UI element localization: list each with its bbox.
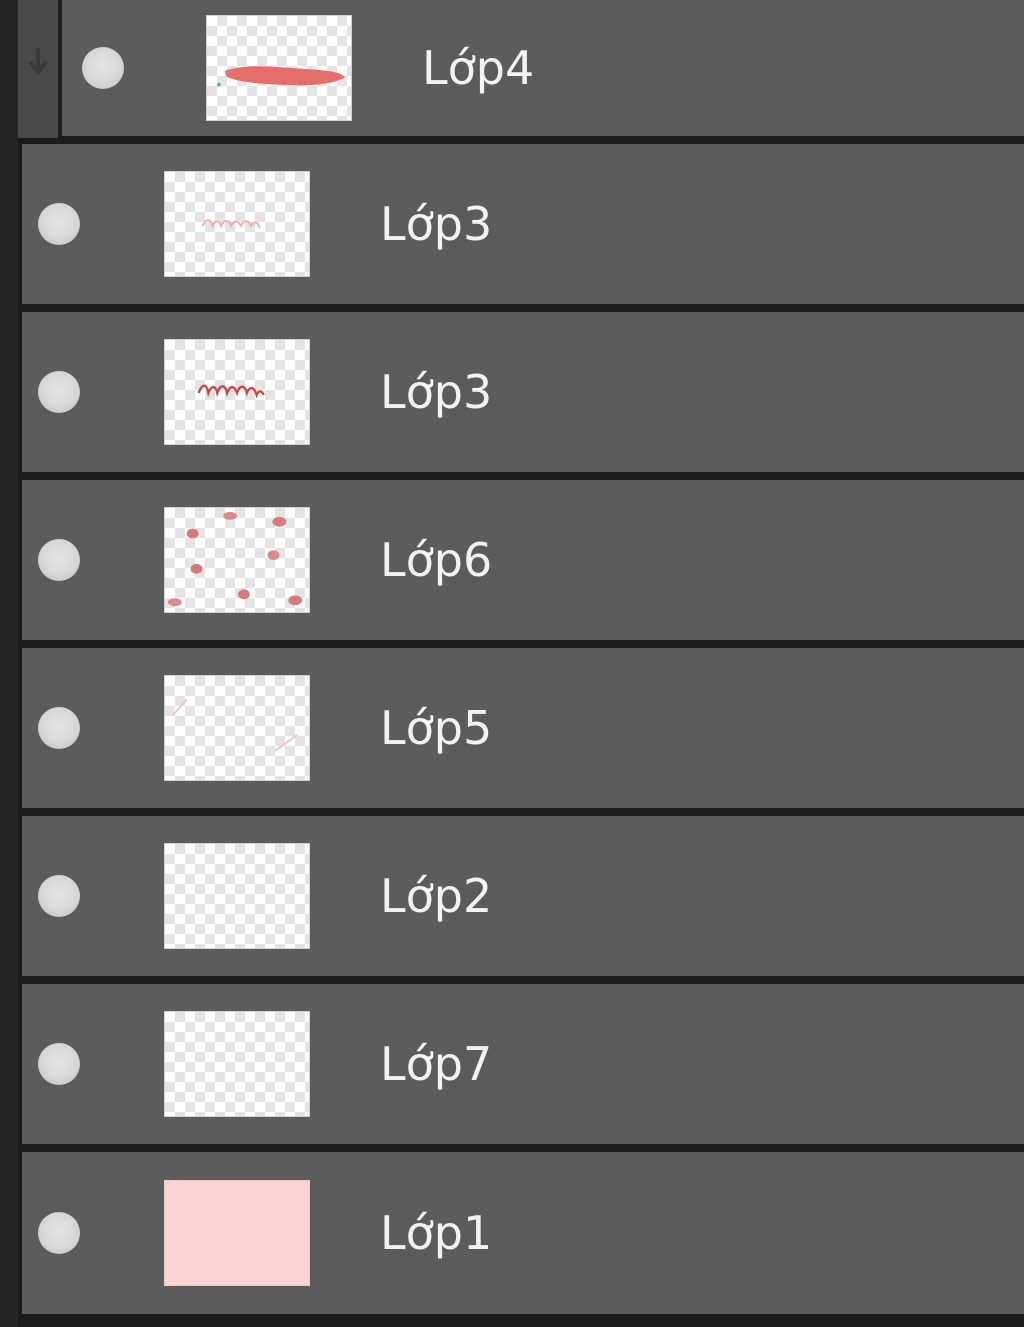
visibility-toggle-icon[interactable] — [38, 1043, 80, 1085]
layer-row[interactable]: Lớp2 — [22, 816, 1024, 976]
layer-name[interactable]: Lớp2 — [380, 869, 492, 923]
layer-row[interactable]: Lớp5 — [22, 648, 1024, 808]
layer-thumbnail — [206, 15, 352, 121]
visibility-toggle-icon[interactable] — [82, 47, 124, 89]
clipping-indicator — [18, 0, 60, 138]
visibility-toggle-icon[interactable] — [38, 1212, 80, 1254]
layer-name[interactable]: Lớp3 — [380, 365, 492, 419]
visibility-toggle-icon[interactable] — [38, 539, 80, 581]
visibility-toggle-icon[interactable] — [38, 875, 80, 917]
layer-thumbnail — [164, 507, 310, 613]
layer-name[interactable]: Lớp6 — [380, 533, 492, 587]
layer-row[interactable]: Lớp4 — [62, 0, 1024, 136]
clipping-arrow-icon — [28, 48, 48, 76]
layer-thumbnail — [164, 339, 310, 445]
layer-row[interactable]: Lớp3 — [22, 312, 1024, 472]
layer-thumbnail — [164, 171, 310, 277]
visibility-toggle-icon[interactable] — [38, 203, 80, 245]
layer-row[interactable]: Lớp1 — [22, 1152, 1024, 1314]
layer-thumbnail — [164, 843, 310, 949]
layer-thumbnail — [164, 1180, 310, 1286]
layer-row[interactable]: Lớp7 — [22, 984, 1024, 1144]
layers-panel: Lớp4 Lớp3 Lớp3 Lớp6 Lớp5 Lớp2 Lớp7 Lớp1 — [0, 0, 1024, 1327]
panel-left-strip — [0, 0, 18, 1327]
layer-thumbnail — [164, 1011, 310, 1117]
layer-name[interactable]: Lớp1 — [380, 1206, 492, 1260]
layer-row[interactable]: Lớp3 — [22, 144, 1024, 304]
layer-name[interactable]: Lớp5 — [380, 701, 492, 755]
layer-name[interactable]: Lớp4 — [422, 41, 534, 95]
layer-row[interactable]: Lớp6 — [22, 480, 1024, 640]
visibility-toggle-icon[interactable] — [38, 371, 80, 413]
layer-name[interactable]: Lớp3 — [380, 197, 492, 251]
visibility-toggle-icon[interactable] — [38, 707, 80, 749]
layer-thumbnail — [164, 675, 310, 781]
layer-name[interactable]: Lớp7 — [380, 1037, 492, 1091]
